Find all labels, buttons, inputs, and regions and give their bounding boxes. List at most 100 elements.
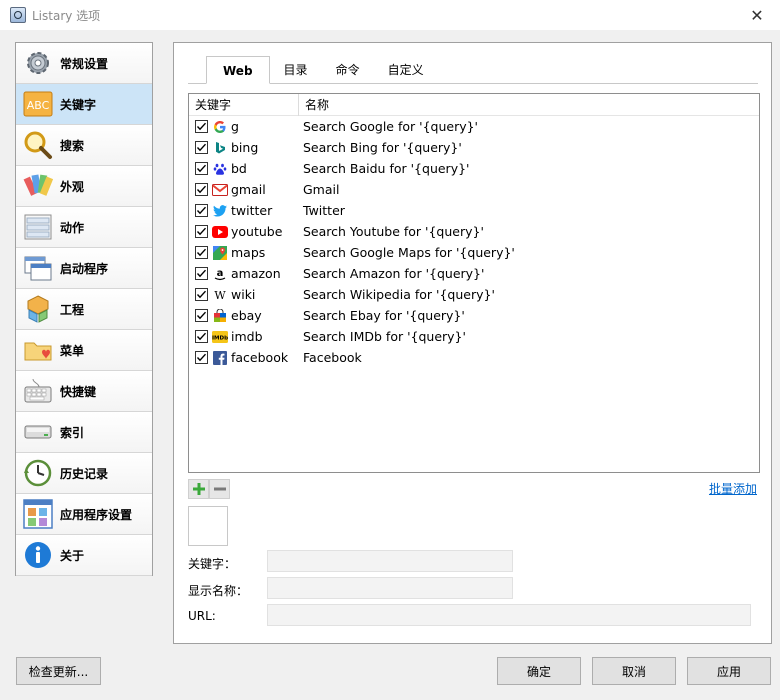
sidebar-item-launch[interactable]: 启动程序 [16, 248, 152, 289]
add-button[interactable] [188, 479, 209, 499]
app-grid-icon [22, 498, 54, 530]
list-item[interactable]: facebook Facebook [189, 347, 759, 368]
sidebar-item-general[interactable]: 常规设置 [16, 43, 152, 84]
enable-checkbox[interactable] [195, 309, 208, 322]
tab-custom[interactable]: 自定义 [374, 57, 438, 83]
apply-button[interactable]: 应用 [687, 657, 771, 685]
close-icon[interactable]: ✕ [734, 0, 780, 30]
remove-button[interactable] [209, 479, 230, 499]
display-name-field[interactable] [267, 577, 513, 599]
facebook-icon [212, 350, 228, 366]
keyword-cell: facebook [231, 350, 289, 365]
keyword-list[interactable]: 关键字 名称 g Search Google for '{query}' bing S… [188, 93, 760, 473]
sidebar-item-search[interactable]: 搜索 [16, 125, 152, 166]
check-updates-button[interactable]: 检查更新... [16, 657, 101, 685]
keyword-cell: imdb [231, 329, 263, 344]
enable-checkbox[interactable] [195, 225, 208, 238]
windows-icon [22, 252, 54, 284]
name-cell: Search Baidu for '{query}' [303, 161, 470, 176]
keyword-cell: amazon [231, 266, 281, 281]
enable-checkbox[interactable] [195, 183, 208, 196]
gmail-icon [212, 182, 228, 198]
sidebar-item-hotkeys[interactable]: 快捷键 [16, 371, 152, 412]
name-cell: Gmail [303, 182, 340, 197]
sidebar-item-label: 关键字 [60, 97, 97, 112]
sidebar-item-history[interactable]: 历史记录 [16, 453, 152, 494]
sidebar-item-appearance[interactable]: 外观 [16, 166, 152, 207]
enable-checkbox[interactable] [195, 351, 208, 364]
url-field-label: URL: [188, 609, 216, 623]
imdb-icon: IMDb [212, 329, 228, 345]
tab-web[interactable]: Web [206, 56, 270, 84]
sidebar-item-label: 索引 [60, 425, 85, 440]
display-name-field-label: 显示名称： [188, 584, 249, 598]
icon-preview[interactable] [188, 506, 228, 546]
sidebar-item-app-settings[interactable]: 应用程序设置 [16, 494, 152, 535]
sidebar-item-label: 快捷键 [60, 384, 97, 399]
name-cell: Search Bing for '{query}' [303, 140, 462, 155]
ok-button[interactable]: 确定 [497, 657, 581, 685]
list-item[interactable]: IMDb imdb Search IMDb for '{query}' [189, 326, 759, 347]
list-item[interactable]: bd Search Baidu for '{query}' [189, 158, 759, 179]
enable-checkbox[interactable] [195, 141, 208, 154]
svg-text:W: W [214, 289, 226, 302]
svg-text:a: a [217, 268, 224, 279]
tab-bar: Web 目录 命令 自定义 [188, 56, 758, 84]
list-item[interactable]: g Search Google for '{query}' [189, 116, 759, 137]
keyword-field[interactable] [267, 550, 513, 572]
enable-checkbox[interactable] [195, 120, 208, 133]
url-field[interactable] [267, 604, 751, 626]
keyboard-icon [22, 375, 54, 407]
keyword-cell: bd [231, 161, 247, 176]
sidebar-item-menu[interactable]: 菜单 [16, 330, 152, 371]
sidebar-item-label: 应用程序设置 [60, 507, 133, 522]
sidebar-item-projects[interactable]: 工程 [16, 289, 152, 330]
sidebar-item-label: 外观 [60, 179, 85, 194]
sidebar-item-label: 关于 [60, 548, 85, 563]
list-item[interactable]: youtube Search Youtube for '{query}' [189, 221, 759, 242]
sidebar-item-keywords[interactable]: ABC 关键字 [16, 84, 152, 125]
name-cell: Search IMDb for '{query}' [303, 329, 466, 344]
youtube-icon [212, 224, 228, 240]
batch-add-link[interactable]: 批量添加 [709, 480, 757, 497]
clock-icon [22, 457, 54, 489]
listary-app-icon [10, 7, 26, 23]
enable-checkbox[interactable] [195, 204, 208, 217]
enable-checkbox[interactable] [195, 246, 208, 259]
list-item[interactable]: gmail Gmail [189, 179, 759, 200]
list-item[interactable]: a amazon Search Amazon for '{query}' [189, 263, 759, 284]
list-item[interactable]: ebay Search Ebay for '{query}' [189, 305, 759, 326]
column-header-name[interactable]: 名称 [299, 94, 329, 116]
name-cell: Twitter [303, 203, 345, 218]
enable-checkbox[interactable] [195, 288, 208, 301]
gear-icon [22, 47, 54, 79]
name-cell: Search Ebay for '{query}' [303, 308, 465, 323]
keyword-cell: g [231, 119, 239, 134]
tab-directory[interactable]: 目录 [270, 57, 322, 83]
folder-heart-icon [22, 334, 54, 366]
abc-icon: ABC [22, 88, 54, 120]
enable-checkbox[interactable] [195, 162, 208, 175]
keyword-field-label: 关键字： [188, 557, 237, 571]
keyword-cell: bing [231, 140, 259, 155]
sidebar-item-index[interactable]: 索引 [16, 412, 152, 453]
sidebar-item-label: 启动程序 [60, 261, 109, 276]
sidebar-item-about[interactable]: 关于 [16, 535, 152, 576]
list-item[interactable]: Wwiki Search Wikipedia for '{query}' [189, 284, 759, 305]
enable-checkbox[interactable] [195, 330, 208, 343]
sidebar-item-label: 菜单 [60, 343, 85, 358]
tab-command[interactable]: 命令 [322, 57, 374, 83]
baidu-icon [212, 161, 228, 177]
cancel-button[interactable]: 取消 [592, 657, 676, 685]
column-header-keyword[interactable]: 关键字 [189, 94, 299, 116]
name-cell: Search Google Maps for '{query}' [303, 245, 515, 260]
list-item[interactable]: twitter Twitter [189, 200, 759, 221]
list-item[interactable]: maps Search Google Maps for '{query}' [189, 242, 759, 263]
list-item[interactable]: bing Search Bing for '{query}' [189, 137, 759, 158]
list-header: 关键字 名称 [189, 94, 759, 116]
enable-checkbox[interactable] [195, 267, 208, 280]
title-bar: Listary 选项 ✕ [0, 0, 780, 30]
cubes-icon [22, 293, 54, 325]
sidebar-item-actions[interactable]: 动作 [16, 207, 152, 248]
name-cell: Search Amazon for '{query}' [303, 266, 485, 281]
